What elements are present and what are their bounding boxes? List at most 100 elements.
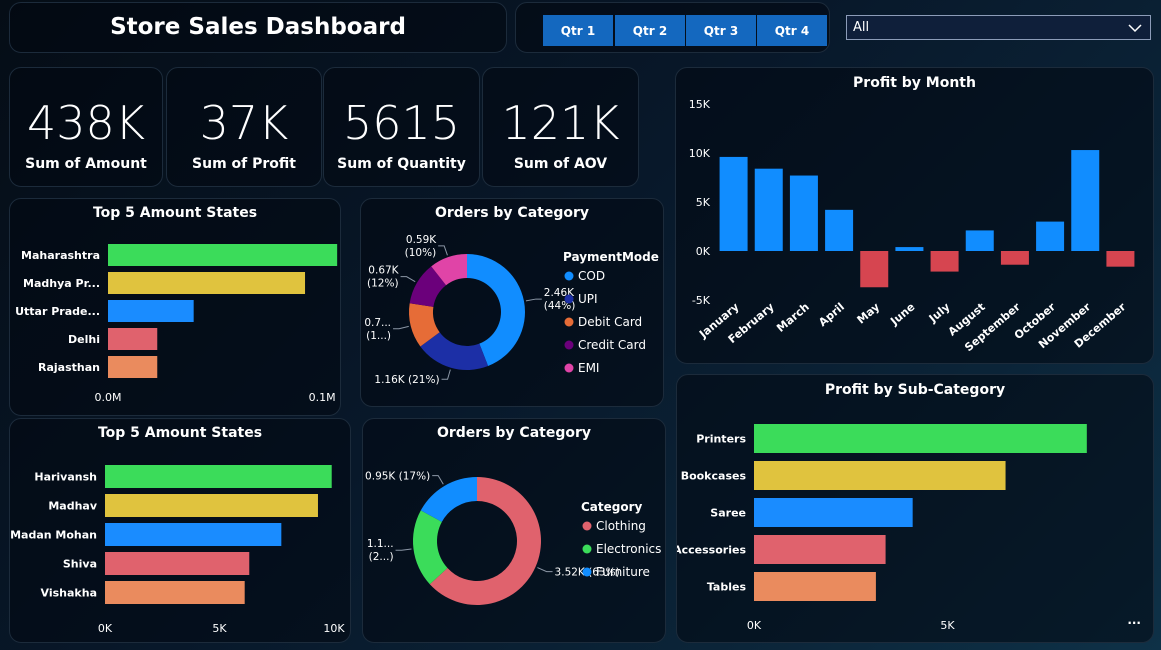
category-label: Shiva (63, 558, 97, 571)
bar (754, 572, 876, 601)
legend-marker (582, 521, 592, 531)
bar (930, 251, 959, 272)
legend-marker (564, 317, 574, 327)
data-label: 1.1... (2...) (367, 538, 394, 563)
category-label: Saree (710, 507, 746, 520)
bar (789, 175, 818, 251)
category-label: Tables (707, 581, 747, 594)
legend-label: Debit Card (578, 315, 642, 329)
category-label: Delhi (68, 333, 100, 346)
x-tick-label: March (774, 300, 812, 334)
payment-donut-chart: 2.46K (44%)1.16K (21%)0.7... (1...)0.67K (1… (364, 234, 659, 386)
y-tick-label: 0K (696, 245, 711, 258)
legend-marker (564, 294, 574, 304)
kpi-value: 121K (501, 96, 620, 150)
legend-label: EMI (578, 361, 599, 375)
qtr2-button[interactable]: Qtr 2 (615, 15, 685, 46)
legend-marker (564, 271, 574, 281)
bar (965, 230, 994, 251)
bar (1071, 150, 1100, 251)
bar (825, 209, 854, 251)
bar (105, 465, 332, 488)
legend-label: COD (578, 269, 605, 283)
category-label: Madhav (48, 500, 97, 513)
category-label: Accessories (677, 544, 746, 557)
states-bar-chart: Maharashtra Madhya Pr... Uttar Prade... Del… (15, 244, 338, 404)
bar (108, 300, 194, 322)
customers-chart-panel: Top 5 Amount States Harivansh Madhav Madan… (9, 418, 351, 643)
bar (1106, 251, 1135, 267)
subcat-bar-chart: Printers Bookcases Saree Accessories Tables 0… (677, 424, 1087, 632)
more-options-button[interactable]: ... (1127, 613, 1141, 627)
bar (108, 328, 158, 350)
legend-title: Category (581, 500, 643, 514)
category-label: Madan Mohan (10, 529, 97, 542)
bar (105, 523, 282, 546)
y-tick-label: 5K (696, 196, 711, 209)
kpi-card-quantity: 5615 Sum of Quantity (323, 67, 480, 187)
data-label: 0.95K (17%) (365, 471, 430, 483)
bar (754, 424, 1087, 453)
bar (108, 272, 306, 294)
kpi-value: 5615 (342, 96, 461, 150)
x-tick-label: 0K (98, 622, 113, 635)
filter-selected-value: All (853, 20, 870, 35)
legend-label: Clothing (596, 519, 646, 533)
month-chart-panel: Profit by Month -5K 0K 5K 10K 15K January Febr… (675, 67, 1154, 364)
data-label: 0.7... (1...) (364, 317, 391, 342)
legend-label: Furniture (596, 565, 650, 579)
data-label: 1.16K (21%) (374, 374, 439, 386)
legend-label: UPI (578, 292, 598, 306)
kpi-label: Sum of AOV (513, 156, 608, 172)
kpi-card-aov: 121K Sum of AOV (482, 67, 639, 187)
data-label: 0.59K (10%) (405, 234, 438, 259)
category-label: Maharashtra (21, 249, 100, 262)
x-tick-label: July (926, 300, 953, 325)
leader-line (432, 475, 444, 485)
legend-marker (582, 567, 592, 577)
legend-label: Credit Card (578, 338, 646, 352)
category-label: Rajasthan (38, 361, 100, 374)
qtr4-button[interactable]: Qtr 4 (757, 15, 827, 46)
x-tick-label: 0K (747, 619, 762, 632)
x-tick-label: 5K (940, 619, 955, 632)
category-label: Vishakha (41, 587, 97, 600)
leader-line (441, 369, 451, 380)
kpi-card-profit: 37K Sum of Profit (166, 67, 322, 187)
leader-line (438, 245, 448, 256)
bar (754, 535, 886, 564)
kpi-value: 37K (199, 96, 289, 150)
qtr1-button[interactable]: Qtr 1 (543, 15, 613, 46)
category-chart-panel: Orders by Category 3.52K (63%) 1.1... (2..… (362, 418, 666, 643)
kpi-value: 438K (27, 96, 145, 150)
bar (754, 498, 913, 527)
y-tick-label: -5K (692, 294, 711, 307)
qtr3-button[interactable]: Qtr 3 (686, 15, 756, 46)
bar (105, 552, 250, 575)
leader-line (393, 325, 409, 330)
x-tick-label: 5K (212, 622, 227, 635)
bar (719, 156, 748, 251)
legend-marker (564, 340, 574, 350)
legend-label: Electronics (596, 542, 661, 556)
x-tick-label: April (816, 300, 847, 329)
kpi-label: Sum of Quantity (337, 156, 466, 172)
kpi-card-amount: 438K Sum of Amount (9, 67, 163, 187)
data-label: 0.67K (12%) (367, 265, 400, 290)
quarter-slicer: Qtr 1 Qtr 2 Qtr 3 Qtr 4 (515, 2, 830, 53)
chevron-down-icon (1128, 24, 1142, 33)
bar (754, 168, 783, 251)
leader-line (537, 567, 553, 573)
leader-line (400, 276, 416, 283)
customers-bar-chart: Harivansh Madhav Madan Mohan Shiva Vishakha 0… (10, 465, 345, 635)
legend-marker (582, 544, 592, 554)
x-tick-label: May (855, 300, 883, 326)
bar (754, 461, 1006, 490)
title-panel: Store Sales Dashboard (9, 2, 507, 53)
bar (108, 244, 338, 266)
filter-dropdown[interactable]: All (846, 15, 1151, 40)
category-label: Madhya Pr... (23, 277, 100, 290)
legend-marker (564, 363, 574, 373)
payment-chart-panel: Orders by Category 2.46K (44%) 1.16K (21%)… (360, 198, 664, 407)
x-tick-label: June (887, 300, 917, 328)
